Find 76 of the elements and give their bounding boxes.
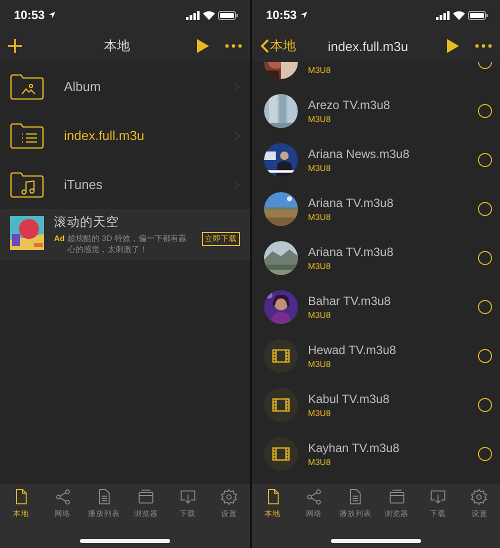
download-icon <box>178 488 197 506</box>
play-icon[interactable] <box>447 39 459 53</box>
battery-icon <box>218 10 238 20</box>
file-name: Ariana TV.m3u8 <box>308 196 394 210</box>
status-time: 10:53 <box>14 8 45 22</box>
share-icon <box>304 488 323 506</box>
location-icon <box>300 11 308 19</box>
location-icon <box>48 11 56 19</box>
status-time: 10:53 <box>266 8 297 22</box>
folder-icon <box>10 122 44 148</box>
folder-name: Album <box>64 79 102 94</box>
download-icon <box>428 488 447 506</box>
file-row[interactable]: Kayhan TV.m3u8 M3U8 <box>252 430 500 479</box>
wifi-icon <box>453 10 465 20</box>
select-radio[interactable] <box>478 153 492 167</box>
select-radio[interactable] <box>478 398 492 412</box>
select-radio[interactable] <box>478 202 492 216</box>
select-radio[interactable] <box>478 251 492 265</box>
folder-row[interactable]: index.full.m3u <box>0 111 250 160</box>
signal-icon <box>186 10 200 20</box>
file-type: M3U8 <box>308 114 332 124</box>
play-icon[interactable] <box>197 39 209 53</box>
file-type: M3U8 <box>308 65 332 75</box>
select-radio[interactable] <box>478 349 492 363</box>
back-button[interactable]: 本地 <box>260 37 296 55</box>
file-type: M3U8 <box>308 310 332 320</box>
file-row[interactable]: Ariana TV.m3u8 M3U8 <box>252 185 500 234</box>
file-row[interactable]: Ariana News.m3u8 M3U8 <box>252 136 500 185</box>
battery-icon <box>468 10 488 20</box>
file-type: M3U8 <box>308 457 332 467</box>
file-name: Bahar TV.m3u8 <box>308 294 392 308</box>
file-name: Hewad TV.m3u8 <box>308 343 398 357</box>
file-name: Kabul TV.m3u8 <box>308 392 390 406</box>
browser-icon <box>136 488 155 506</box>
nav-title: 本地 <box>103 37 131 55</box>
film-icon <box>264 437 298 471</box>
more-icon[interactable] <box>475 44 492 48</box>
file-row[interactable]: Bahar TV.m3u8 M3U8 <box>252 283 500 332</box>
signal-icon <box>436 10 450 20</box>
select-radio[interactable] <box>478 447 492 461</box>
file-type: M3U8 <box>308 261 332 271</box>
file-type: M3U8 <box>308 212 332 222</box>
file-name: Ariana TV.m3u8 <box>308 245 394 259</box>
select-radio[interactable] <box>478 300 492 314</box>
folder-name: index.full.m3u <box>64 128 146 143</box>
file-type: M3U8 <box>308 408 332 418</box>
file-name: Arezo TV.m3u8 <box>308 98 392 112</box>
film-icon <box>264 339 298 373</box>
file-row[interactable]: Arezo TV.m3u8 M3U8 <box>252 87 500 136</box>
file-name: Ariana News.m3u8 <box>308 147 410 161</box>
file-name: Kayhan TV.m3u8 <box>308 441 400 455</box>
nav-title: index.full.m3u <box>326 38 410 54</box>
file-type: M3U8 <box>308 163 332 173</box>
ad-label: Ad <box>54 233 65 245</box>
film-icon <box>264 388 298 422</box>
folder-icon <box>10 172 44 198</box>
settings-icon <box>220 488 238 506</box>
folder-row[interactable]: Album <box>0 62 250 111</box>
file-row[interactable]: Kabul TV.m3u8 M3U8 <box>252 381 500 430</box>
settings-icon <box>470 488 488 506</box>
file-row[interactable]: Ariana TV.m3u8 M3U8 <box>252 234 500 283</box>
folder-row[interactable]: iTunes <box>0 160 250 209</box>
add-icon[interactable] <box>8 39 22 53</box>
file-row[interactable]: M3U8 <box>252 62 500 87</box>
wifi-icon <box>203 10 215 20</box>
folder-name: iTunes <box>64 177 104 192</box>
browser-icon <box>388 488 406 506</box>
more-icon[interactable] <box>225 44 242 48</box>
file-row[interactable]: Hewad TV.m3u8 M3U8 <box>252 332 500 381</box>
folder-icon <box>10 74 44 100</box>
ad-description: 超炫酷的 3D 特效，偏一下都有贏心的感觉，太刺激了！ <box>68 233 188 255</box>
file-type: M3U8 <box>308 359 332 369</box>
share-icon <box>54 488 72 506</box>
ad-title: 滚动的天空 <box>54 214 120 231</box>
select-radio[interactable] <box>478 104 492 118</box>
back-chevron-icon <box>260 39 269 53</box>
